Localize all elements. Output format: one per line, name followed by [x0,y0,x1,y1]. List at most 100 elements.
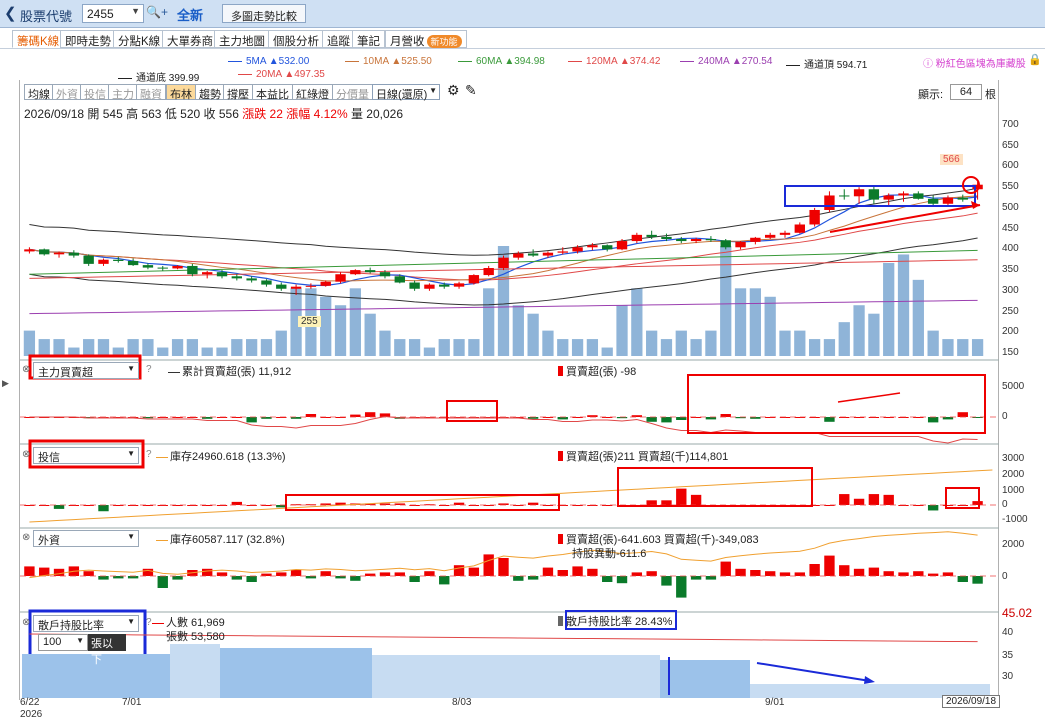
foreign-bar [246,576,257,582]
chart-svg [20,176,999,698]
price-tick: 600 [1002,160,1019,172]
foreign-bar [350,576,361,581]
foreign-bar [83,571,94,576]
volume-bar [868,313,880,356]
foreign-bar [335,576,346,579]
candle [83,255,94,264]
close-icon[interactable]: ⊗ [22,364,30,375]
sub-axis-tick: -1000 [1002,514,1028,525]
panel4-shares: 張數 53,580 [166,631,225,643]
main-force-bar [720,414,731,417]
foreign-bar [261,573,272,576]
volume-bar [808,339,821,356]
volume-bar [646,330,658,356]
sub-axis-tick: 0 [1002,411,1008,422]
xaxis-year: 2026 [20,709,43,720]
candle [468,275,480,284]
help-icon[interactable]: ? [146,449,152,460]
retail-ratio-area [220,648,372,698]
panel4-select[interactable]: 散戶持股比率 ▼ [33,615,139,632]
volume-bar [883,262,895,356]
foreign-bar [483,554,494,576]
candle [246,278,257,281]
volume-bar [379,330,391,356]
trust-bar [98,505,109,512]
foreign-bar [409,576,420,582]
panel1-select[interactable]: 主力買賣超 ▼ [33,362,139,379]
foreign-bar [957,576,968,582]
candle [261,280,272,285]
volume-bar [142,339,154,356]
candle [750,237,761,242]
candle [320,281,331,286]
help-icon[interactable]: ? [146,364,152,375]
sub-axis-tick: 2000 [1002,539,1025,550]
foreign-bar [557,570,568,576]
foreign-bar [972,576,983,584]
foreign-bar [927,573,939,576]
volume-bar [53,339,65,356]
holding-count-select[interactable]: 100 ▼ [38,634,88,651]
candle [409,282,420,289]
price-tick: 450 [1002,222,1019,234]
volume-bar [571,339,584,356]
candle [913,193,924,199]
candle [276,284,287,289]
trust-bar [972,501,983,505]
main-force-bar [646,417,657,422]
candle [439,284,450,287]
holding-unit-label: 張以下 [88,634,126,666]
volume-bar [912,279,924,356]
close-icon[interactable]: ⊗ [22,532,30,543]
foreign-bar [690,576,702,580]
foreign-bar [824,555,835,576]
candle [498,257,509,269]
foreign-bar [142,568,154,576]
candle [676,239,687,242]
candle [98,259,109,264]
candle [587,245,598,248]
candle [542,252,554,256]
foreign-bar [424,571,435,576]
panel2-net: 買賣超(張)211 買賣超(千)114,801 [558,448,728,464]
trust-bar [676,488,687,505]
price-tick: 250 [1002,305,1019,317]
foreign-bar [24,566,35,576]
foreign-bar [646,571,657,576]
volume-bar [705,330,717,356]
panel3-select[interactable]: 外資 ▼ [33,530,139,547]
candle [216,272,228,277]
volume-bar [423,347,436,356]
candle [394,276,405,283]
volume-bar [468,339,480,356]
foreign-bar [157,576,168,588]
foreign-bar [572,566,583,576]
price-tick: 200 [1002,326,1019,338]
candle [690,239,702,242]
price-tick: 150 [1002,347,1019,358]
volume-bar [483,288,495,356]
trust-bar [527,502,539,505]
candle [957,197,968,200]
trust-bar [690,494,702,505]
main-force-bar [824,417,835,422]
close-icon[interactable]: ⊗ [22,617,30,628]
foreign-bar [602,576,613,582]
volume-bar [838,322,850,356]
foreign-bar [868,567,880,576]
retail-ratio-area [372,655,660,698]
xaxis-date-3: 8/03 [452,697,472,708]
close-icon[interactable]: ⊗ [22,449,30,460]
trust-bar [276,505,287,508]
low-price-label: 255 [298,316,321,327]
foreign-bar [676,576,687,598]
panel2-select[interactable]: 投信 ▼ [33,447,139,464]
main-force-bar [364,412,376,417]
main-force-bar [676,417,687,420]
help-icon[interactable]: ? [146,617,152,628]
arrow-head [864,676,875,684]
volume-bar [601,347,613,356]
candle [646,234,657,237]
trust-bar [231,501,243,505]
candle [809,209,820,225]
